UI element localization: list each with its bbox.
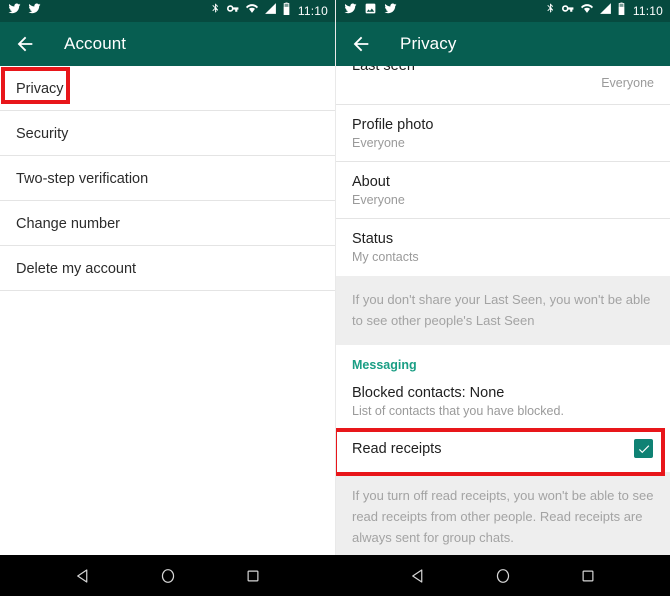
privacy-row-value: Everyone	[601, 75, 654, 90]
right-app-bar: Privacy	[336, 22, 670, 66]
right-navigation-bar	[335, 555, 670, 596]
privacy-row-title: Profile photo	[352, 116, 434, 133]
privacy-row-about[interactable]: About Everyone	[336, 162, 670, 219]
battery-icon	[282, 2, 291, 20]
last-seen-info-note: If you don't share your Last Seen, you w…	[336, 276, 670, 345]
account-item-label: Change number	[16, 215, 120, 232]
blocked-contacts-subtitle: List of contacts that you have blocked.	[352, 404, 564, 418]
sidebar-item-two-step-verification[interactable]: Two-step verification	[0, 156, 335, 201]
left-status-notification-icons	[8, 2, 41, 20]
blocked-contacts-title: Blocked contacts: None	[352, 385, 505, 401]
wifi-icon	[245, 2, 259, 20]
privacy-row-last-seen[interactable]: Last seen Everyone	[336, 58, 670, 105]
right-page-title: Privacy	[400, 34, 457, 53]
arrow-back-icon[interactable]	[14, 33, 36, 55]
privacy-row-read-receipts[interactable]: Read receipts	[336, 425, 670, 472]
panels-container: 11:10 Account Privacy Security Two-step …	[0, 0, 670, 555]
privacy-row-value: Everyone	[352, 135, 405, 150]
checkmark-icon	[638, 444, 649, 453]
right-panel-privacy: 11:10 Privacy Last seen Everyone Profile…	[335, 0, 670, 555]
twitter-icon	[384, 2, 397, 20]
android-navigation-bars	[0, 555, 670, 596]
section-header-messaging: Messaging	[336, 345, 670, 379]
phone-screenshot-comparison: 11:10 Account Privacy Security Two-step …	[0, 0, 670, 596]
account-item-label: Privacy	[16, 80, 64, 97]
account-item-label: Two-step verification	[16, 170, 149, 187]
right-status-notification-icons	[344, 2, 397, 20]
read-receipts-info-note: If you turn off read receipts, you won't…	[336, 472, 670, 555]
privacy-row-title: About	[352, 173, 390, 190]
back-nav-button[interactable]	[74, 567, 92, 585]
sidebar-item-change-number[interactable]: Change number	[0, 201, 335, 246]
home-nav-button[interactable]	[494, 567, 512, 585]
arrow-back-icon[interactable]	[350, 33, 372, 55]
wifi-icon	[580, 2, 594, 20]
read-receipts-label: Read receipts	[352, 440, 442, 457]
privacy-row-value: Everyone	[352, 192, 405, 207]
privacy-row-title: Status	[352, 230, 394, 247]
left-status-bar: 11:10	[0, 0, 335, 22]
privacy-settings-list: Last seen Everyone Profile photo Everyon…	[336, 58, 670, 555]
privacy-row-profile-photo[interactable]: Profile photo Everyone	[336, 105, 670, 162]
left-page-title: Account	[64, 34, 127, 53]
back-nav-button[interactable]	[409, 567, 427, 585]
right-status-time: 11:10	[632, 4, 663, 18]
signal-icon	[599, 2, 612, 20]
battery-icon	[617, 2, 626, 20]
left-status-time: 11:10	[297, 4, 328, 18]
left-status-system-icons: 11:10	[210, 2, 328, 20]
twitter-icon	[28, 2, 41, 20]
account-item-label: Delete my account	[16, 260, 137, 277]
vpn-key-icon	[561, 2, 575, 20]
account-item-label: Security	[16, 125, 69, 142]
recents-nav-button[interactable]	[579, 567, 597, 585]
signal-icon	[264, 2, 277, 20]
sidebar-item-privacy[interactable]: Privacy	[0, 66, 335, 111]
account-settings-list: Privacy Security Two-step verification C…	[0, 66, 335, 291]
right-status-bar: 11:10	[336, 0, 670, 22]
left-navigation-bar	[0, 555, 335, 596]
home-nav-button[interactable]	[159, 567, 177, 585]
privacy-row-blocked-contacts[interactable]: Blocked contacts: None List of contacts …	[336, 379, 670, 425]
bluetooth-icon	[210, 2, 221, 20]
left-app-bar: Account	[0, 22, 335, 66]
left-panel-account: 11:10 Account Privacy Security Two-step …	[0, 0, 335, 555]
twitter-icon	[344, 2, 357, 20]
recents-nav-button[interactable]	[244, 567, 262, 585]
privacy-row-status[interactable]: Status My contacts	[336, 219, 670, 276]
twitter-icon	[8, 2, 21, 20]
sidebar-item-delete-my-account[interactable]: Delete my account	[0, 246, 335, 291]
sidebar-item-security[interactable]: Security	[0, 111, 335, 156]
bluetooth-icon	[545, 2, 556, 20]
read-receipts-checkbox[interactable]	[634, 439, 653, 458]
image-icon	[364, 2, 377, 20]
vpn-key-icon	[226, 2, 240, 20]
right-status-system-icons: 11:10	[545, 2, 663, 20]
privacy-row-value: My contacts	[352, 249, 419, 264]
